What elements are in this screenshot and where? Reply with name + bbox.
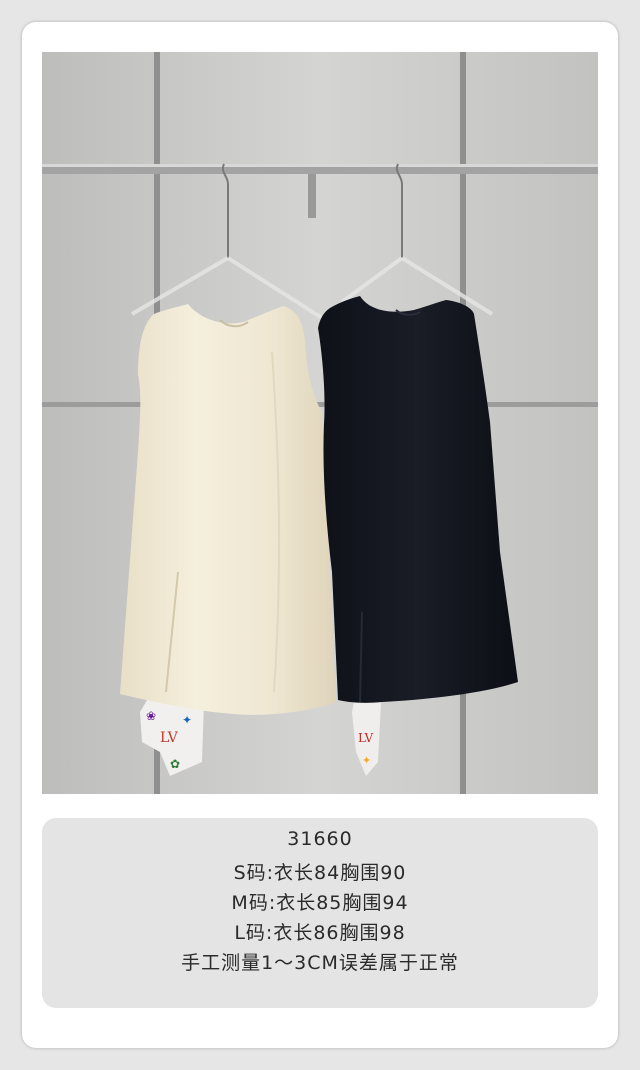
- size-info-panel: 31660 S码:衣长84胸围90 M码:衣长85胸围94 L码:衣长86胸围9…: [42, 818, 598, 1008]
- product-card: LV ✿ ❀ ✦ LV ✦ 31660 S码:衣长84胸围90 M码:衣长85胸…: [22, 22, 618, 1048]
- size-m-spec: M码:衣长85胸围94: [231, 892, 409, 914]
- svg-text:✿: ✿: [170, 757, 180, 771]
- product-code: 31660: [287, 828, 353, 850]
- svg-text:LV: LV: [358, 731, 374, 745]
- measurement-note: 手工测量1～3CM误差属于正常: [181, 952, 459, 974]
- svg-text:❀: ❀: [146, 709, 156, 723]
- svg-text:✦: ✦: [362, 754, 371, 767]
- product-photo: LV ✿ ❀ ✦ LV ✦: [42, 52, 598, 794]
- size-s-spec: S码:衣长84胸围90: [233, 862, 407, 884]
- svg-text:✦: ✦: [182, 713, 192, 727]
- size-l-spec: L码:衣长86胸围98: [234, 922, 406, 944]
- cream-dress: [120, 304, 336, 715]
- dresses-illustration: LV ✿ ❀ ✦ LV ✦: [42, 52, 598, 794]
- wall-seam: [42, 402, 598, 407]
- svg-text:LV: LV: [160, 730, 179, 746]
- rail-bracket: [308, 174, 316, 218]
